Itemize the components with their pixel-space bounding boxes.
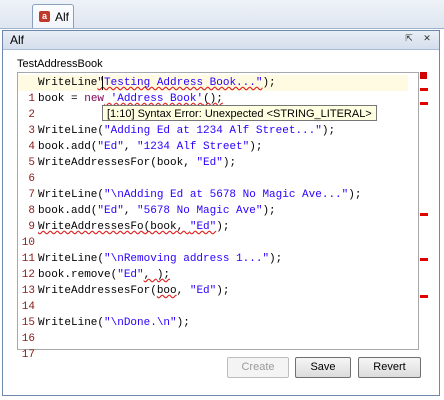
- code-text: WriteAddressesFor(book, "Ed");: [38, 157, 237, 169]
- code-text: WriteLine("\nRemoving address 1...");: [38, 253, 283, 265]
- code-line[interactable]: 13 book.remove("Ed", );: [18, 267, 408, 297]
- code-line[interactable]: 6 WriteAddressesFor(book, "Ed");: [18, 155, 408, 185]
- restore-icon[interactable]: ⇱: [404, 34, 414, 44]
- syntax-error-tooltip: [1:10] Syntax Error: Unexpected <STRING_…: [102, 105, 377, 121]
- error-marker[interactable]: [420, 258, 428, 261]
- section-label: TestAddressBook: [17, 58, 103, 70]
- overview-ruler[interactable]: [419, 72, 431, 350]
- code-text: WriteLine("Adding Ed at 1234 Alf Street.…: [38, 125, 336, 137]
- code-text: book.add("Ed", "5678 No Magic Ave");: [38, 205, 276, 217]
- code-line[interactable]: 8 WriteLine("\nAdding Ed at 5678 No Magi…: [18, 187, 408, 217]
- code-line[interactable]: 15: [18, 299, 408, 329]
- alf-icon: a: [39, 11, 50, 22]
- code-line[interactable]: 9 book.add("Ed", "5678 No Magic Ave");: [18, 203, 408, 233]
- panel-title: Alf: [10, 33, 25, 47]
- tab-label: Alf: [55, 10, 70, 24]
- error-marker[interactable]: [420, 295, 428, 298]
- alf-panel: Alf ⇱ ✕ TestAddressBook 1 WriteLine"Test…: [2, 30, 440, 396]
- code-line[interactable]: 11: [18, 235, 408, 265]
- error-marker[interactable]: [420, 213, 428, 216]
- line-number: 17: [21, 349, 35, 361]
- code-line[interactable]: 5 book.add("Ed", "1234 Alf Street");: [18, 139, 408, 169]
- code-text: WriteAddressesFor(boo, "Ed");: [38, 285, 230, 297]
- code-text: WriteLine"Testing Address Book...");: [38, 77, 276, 89]
- tab-alf[interactable]: a Alf: [32, 4, 74, 28]
- code-line[interactable]: 10 WriteAddressesFo(book, "Ed");: [18, 219, 408, 249]
- code-text: WriteLine("\nDone.\n");: [38, 317, 190, 329]
- code-line[interactable]: 16 WriteLine("\nDone.\n");: [18, 315, 408, 345]
- code-line[interactable]: 14 WriteAddressesFor(boo, "Ed");: [18, 283, 408, 313]
- create-button[interactable]: Create: [227, 357, 289, 378]
- code-line[interactable]: 1 WriteLine"Testing Address Book...");: [18, 75, 408, 105]
- code-editor[interactable]: 1 WriteLine"Testing Address Book..."); 2…: [17, 72, 419, 361]
- save-button[interactable]: Save: [295, 357, 351, 378]
- close-icon[interactable]: ✕: [422, 34, 432, 44]
- panel-header: Alf ⇱ ✕: [3, 31, 439, 50]
- error-marker[interactable]: [420, 88, 428, 91]
- code-text: WriteLine("\nAdding Ed at 5678 No Magic …: [38, 189, 362, 201]
- code-text: book.add("Ed", "1234 Alf Street");: [38, 141, 263, 153]
- code-text: WriteAddressesFo(book, "Ed");: [38, 221, 230, 233]
- error-marker[interactable]: [420, 102, 428, 105]
- code-line[interactable]: 12 WriteLine("\nRemoving address 1...");: [18, 251, 408, 281]
- code-text: book.remove("Ed", );: [38, 269, 171, 281]
- code-line[interactable]: 4 WriteLine("Adding Ed at 1234 Alf Stree…: [18, 123, 408, 153]
- tab-strip: a Alf: [0, 0, 444, 29]
- code-line[interactable]: 7: [18, 171, 408, 201]
- text-cursor: [102, 76, 103, 90]
- code-line[interactable]: 17: [18, 331, 408, 361]
- error-summary-icon[interactable]: [420, 72, 427, 79]
- revert-button[interactable]: Revert: [358, 357, 421, 378]
